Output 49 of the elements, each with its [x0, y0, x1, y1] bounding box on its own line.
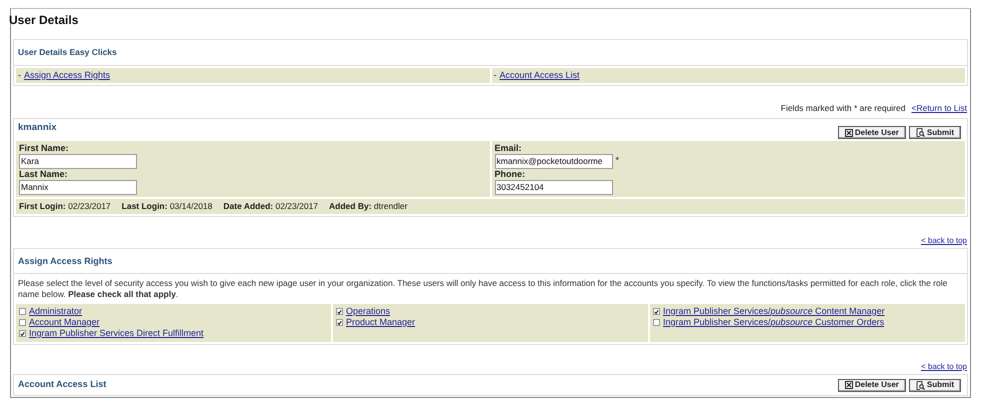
role-link[interactable]: Account Manager	[29, 316, 100, 330]
instructions-text: Please select the level of security access you wish to give each new ipage user in your organization. These users will only have access to this information for the accounts you specify. To view the functions/tasks permitted for each role, click the role name below. Please check all that apply.	[17, 277, 948, 301]
text-field[interactable]: Kara	[19, 154, 137, 168]
role-checkbox[interactable]	[19, 308, 26, 315]
dash-text: -	[494, 68, 496, 82]
section-heading: Assign Access Rights	[14, 248, 967, 274]
role-link[interactable]: Ingram Publisher Services/pubsource Customer Orders	[663, 316, 884, 330]
close-box-icon	[844, 381, 853, 389]
back-to-top-link[interactable]: < back to top	[920, 234, 967, 246]
section-heading: User Details Easy Clicks	[14, 40, 967, 66]
info-text: Date Added: 02/23/2017	[223, 200, 318, 212]
role-link[interactable]: Operations	[346, 304, 390, 318]
page-title: User Details	[9, 12, 78, 29]
close-box-icon	[844, 128, 853, 136]
section-link[interactable]: Account Access List	[500, 68, 580, 82]
role-checkbox[interactable]	[336, 319, 343, 326]
role-checkbox[interactable]	[19, 330, 26, 337]
role-checkbox[interactable]	[653, 319, 660, 326]
required-mark: *	[616, 154, 620, 168]
field-label: First Name:	[19, 142, 70, 154]
dash-text: -	[18, 68, 21, 82]
role-checkbox[interactable]	[19, 319, 26, 326]
role-checkbox[interactable]	[336, 308, 343, 315]
required-note: Fields marked with * are required	[780, 102, 906, 114]
text-field[interactable]: kmannix@pocketoutdoorme	[494, 154, 612, 168]
info-text: Last Login: 03/14/2018	[122, 200, 212, 212]
page-search-icon	[916, 380, 925, 390]
back-to-top-link[interactable]: < back to top	[920, 361, 967, 373]
text-field[interactable]: Mannix	[19, 180, 137, 194]
field-label: Email:	[494, 142, 523, 154]
return-to-list-link[interactable]: <Return to List	[911, 102, 967, 114]
role-link[interactable]: Ingram Publisher Services/pubsource Content Manager	[663, 304, 885, 318]
role-link[interactable]: Ingram Publisher Services Direct Fulfillment	[29, 326, 204, 340]
info-text: Added By: dtrendler	[329, 200, 408, 212]
role-link[interactable]: Administrator	[29, 304, 82, 318]
section-heading: Account Access List	[18, 378, 106, 392]
username-heading: kmannix	[18, 120, 57, 135]
submit-button[interactable]: Submit	[908, 378, 961, 392]
text-field[interactable]: 3032452104	[494, 180, 612, 194]
info-text: First Login: 02/23/2017	[19, 200, 111, 212]
page-search-icon	[916, 128, 925, 137]
delete-user-button[interactable]: Delete User	[838, 378, 906, 392]
submit-button[interactable]: Submit	[908, 126, 961, 139]
field-label: Phone:	[494, 168, 526, 180]
section-link[interactable]: Assign Access Rights	[24, 68, 110, 82]
role-checkbox[interactable]	[653, 308, 660, 315]
field-label: Last Name:	[19, 168, 69, 180]
role-link[interactable]: Product Manager	[346, 316, 416, 330]
delete-user-button[interactable]: Delete User	[838, 126, 906, 139]
